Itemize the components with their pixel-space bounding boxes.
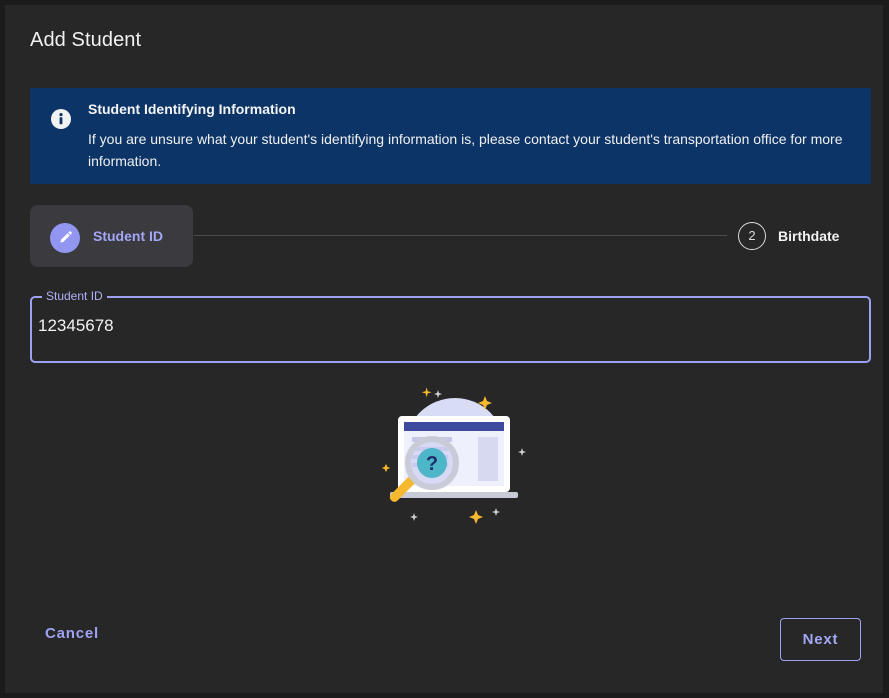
info-body: If you are unsure what your student's id… bbox=[88, 131, 843, 169]
step-label-student-id: Student ID bbox=[93, 228, 163, 244]
pencil-icon bbox=[50, 223, 80, 253]
student-id-input[interactable] bbox=[38, 311, 838, 341]
cancel-button[interactable]: Cancel bbox=[45, 625, 99, 642]
laptop-search-illustration: ? bbox=[370, 378, 540, 528]
student-id-field: Student ID bbox=[30, 289, 871, 363]
add-student-dialog: Add Student Student Identifying Informat… bbox=[5, 5, 883, 693]
info-heading: Student Identifying Information bbox=[88, 101, 296, 117]
student-id-field-label: Student ID bbox=[42, 289, 107, 303]
step-student-id[interactable]: Student ID bbox=[30, 205, 193, 267]
next-button[interactable]: Next bbox=[780, 618, 861, 661]
dialog-title: Add Student bbox=[30, 29, 142, 51]
stepper-connector bbox=[194, 235, 727, 236]
step-number-birthdate[interactable]: 2 bbox=[738, 222, 766, 250]
info-banner: Student Identifying Information If you a… bbox=[30, 88, 871, 184]
step-label-birthdate[interactable]: Birthdate bbox=[778, 228, 839, 244]
svg-text:?: ? bbox=[426, 453, 438, 475]
info-icon bbox=[51, 109, 71, 129]
